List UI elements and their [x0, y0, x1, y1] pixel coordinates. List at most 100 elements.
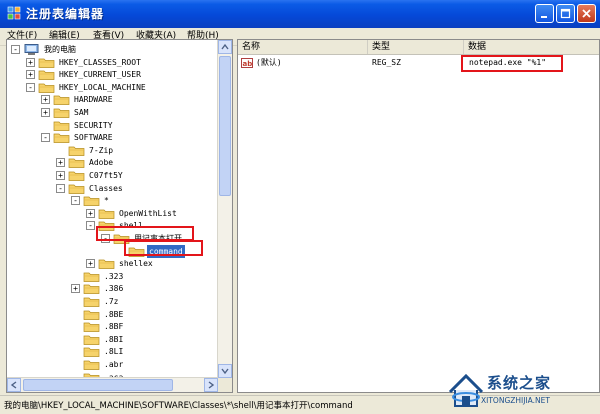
tree-node-label: shell — [119, 221, 144, 231]
folder-icon — [53, 108, 70, 118]
tree-node[interactable]: + C07ft5Y — [56, 169, 232, 182]
collapse-toggle[interactable]: - — [56, 183, 65, 193]
tree-node-label: .abr — [104, 360, 124, 369]
folder-icon — [68, 146, 85, 156]
collapse-toggle[interactable]: - — [41, 133, 50, 143]
expand-toggle[interactable]: + — [86, 259, 95, 269]
tree-node[interactable]: .8BF — [71, 320, 232, 333]
tree-scroll-thumb[interactable] — [219, 56, 231, 196]
folder-icon — [68, 184, 85, 194]
tree-node[interactable]: + SAM — [41, 106, 232, 119]
tree-node[interactable]: - Classes — [56, 182, 232, 195]
tree-node-label: 用记事本打开 — [134, 234, 182, 243]
folder-icon — [98, 222, 115, 232]
tree-node-label: .8BF — [104, 322, 124, 332]
tree-node[interactable]: + HARDWARE — [41, 93, 232, 106]
value-row[interactable]: ab (默认) REG_SZ notepad.exe "%1" — [238, 56, 599, 70]
tree-node[interactable]: + OpenWithList — [86, 207, 232, 220]
value-type: REG_SZ — [372, 58, 401, 67]
arrow-down-icon — [221, 368, 229, 375]
status-path: 我的电脑\HKEY_LOCAL_MACHINE\SOFTWARE\Classes… — [4, 401, 353, 411]
collapse-toggle[interactable]: - — [11, 45, 20, 54]
tree-node[interactable]: command — [116, 244, 232, 258]
column-data[interactable]: 数据 — [464, 40, 599, 54]
column-type[interactable]: 类型 — [368, 40, 464, 54]
value-data: notepad.exe "%1" — [469, 58, 547, 67]
folder-icon — [128, 247, 145, 257]
arrow-left-icon — [10, 381, 17, 389]
tree-node[interactable]: + HKEY_CURRENT_USER — [26, 68, 226, 81]
scroll-up-arrow[interactable] — [218, 40, 232, 54]
tree-node[interactable]: - 用记事本打开 — [101, 232, 232, 245]
tree-horizontal-scrollbar[interactable] — [7, 377, 218, 392]
expand-toggle[interactable]: + — [41, 108, 50, 117]
tree-node-label: * — [104, 196, 109, 206]
value-list-pane[interactable]: 名称 类型 数据 ab (默认) REG_SZ notepad.exe "%1" — [237, 39, 600, 393]
tree-node[interactable]: SECURITY — [41, 119, 232, 132]
registry-app-icon — [7, 6, 21, 20]
expand-toggle[interactable]: + — [86, 208, 95, 218]
tree-node[interactable]: - shell — [86, 219, 232, 232]
expand-toggle[interactable]: + — [56, 158, 65, 168]
tree-vertical-scrollbar[interactable] — [217, 40, 232, 378]
collapse-toggle[interactable]: - — [71, 196, 80, 206]
value-name: (默认) — [256, 58, 282, 67]
tree-node[interactable]: .8LI — [71, 345, 232, 358]
collapse-toggle[interactable]: - — [26, 82, 35, 92]
tree-node[interactable]: .abr — [71, 358, 232, 371]
folder-icon — [83, 322, 100, 333]
tree-node[interactable]: - 我的电脑 — [11, 43, 211, 56]
tree-hscroll-thumb[interactable] — [23, 379, 173, 391]
scroll-down-arrow[interactable] — [218, 364, 232, 378]
expand-toggle[interactable]: + — [41, 95, 50, 105]
tree-node-label: OpenWithList — [119, 208, 177, 218]
title-bar[interactable]: 注册表编辑器 — [0, 0, 600, 28]
tree-node[interactable]: 7-Zip — [56, 144, 232, 157]
tree-node-label: shellex — [119, 259, 153, 269]
minimize-button[interactable] — [535, 4, 554, 23]
list-header: 名称 类型 数据 — [238, 40, 599, 55]
scroll-left-arrow[interactable] — [7, 378, 21, 392]
scroll-right-arrow[interactable] — [204, 378, 218, 392]
maximize-icon — [560, 8, 571, 19]
tree-node[interactable]: - SOFTWARE — [41, 131, 232, 144]
folder-icon — [83, 310, 100, 320]
tree-node-label: HARDWARE — [74, 95, 113, 105]
status-bar: 我的电脑\HKEY_LOCAL_MACHINE\SOFTWARE\Classes… — [0, 395, 600, 414]
tree-node-label: .8LI — [104, 347, 124, 357]
maximize-button[interactable] — [556, 4, 575, 23]
tree-node-label: 7-Zip — [89, 145, 114, 155]
tree-node-label: SECURITY — [74, 120, 113, 130]
expand-toggle[interactable]: + — [71, 284, 80, 294]
tree-node[interactable]: - HKEY_LOCAL_MACHINE — [26, 81, 226, 94]
tree-node[interactable]: .7z — [71, 295, 232, 308]
tree-node[interactable]: + HKEY_CLASSES_ROOT — [26, 56, 226, 69]
collapse-toggle[interactable]: - — [101, 234, 110, 243]
key-tree-pane[interactable]: - 我的电脑 + HKEY_CLASSES_ROOT + HKEY_CURRENT_USE… — [6, 39, 233, 393]
tree-node[interactable]: - * — [71, 194, 232, 207]
column-name[interactable]: 名称 — [238, 40, 368, 54]
expand-toggle[interactable]: + — [26, 70, 35, 80]
tree-node-label: HKEY_LOCAL_MACHINE — [59, 82, 146, 92]
tree-node[interactable]: + Adobe — [56, 156, 232, 169]
window-title: 注册表编辑器 — [26, 7, 105, 21]
tree-node[interactable]: .8BI — [71, 333, 232, 346]
expand-toggle[interactable]: + — [56, 171, 65, 180]
expand-toggle[interactable]: + — [26, 57, 35, 67]
folder-icon — [38, 83, 55, 93]
tree-node[interactable]: .8BE — [71, 308, 232, 321]
tree-node[interactable]: + .386 — [71, 282, 232, 295]
tree-node[interactable]: .323 — [71, 270, 232, 283]
collapse-toggle[interactable]: - — [86, 221, 95, 231]
tree-node-label: .8BI — [104, 334, 124, 344]
folder-icon — [53, 133, 70, 144]
close-button[interactable] — [577, 4, 596, 23]
tree-node-label: Adobe — [89, 158, 114, 168]
folder-icon — [38, 58, 55, 68]
arrow-right-icon — [208, 381, 215, 389]
folder-icon — [68, 171, 85, 181]
registry-editor-window: 注册表编辑器 文件(F) 编辑(E) 查看(V) 收藏夹(A) 帮助(H) -我… — [0, 0, 600, 414]
arrow-up-icon — [221, 43, 229, 50]
tree-node[interactable]: + shellex — [86, 257, 232, 270]
tree-node-label: C07ft5Y — [89, 171, 123, 180]
